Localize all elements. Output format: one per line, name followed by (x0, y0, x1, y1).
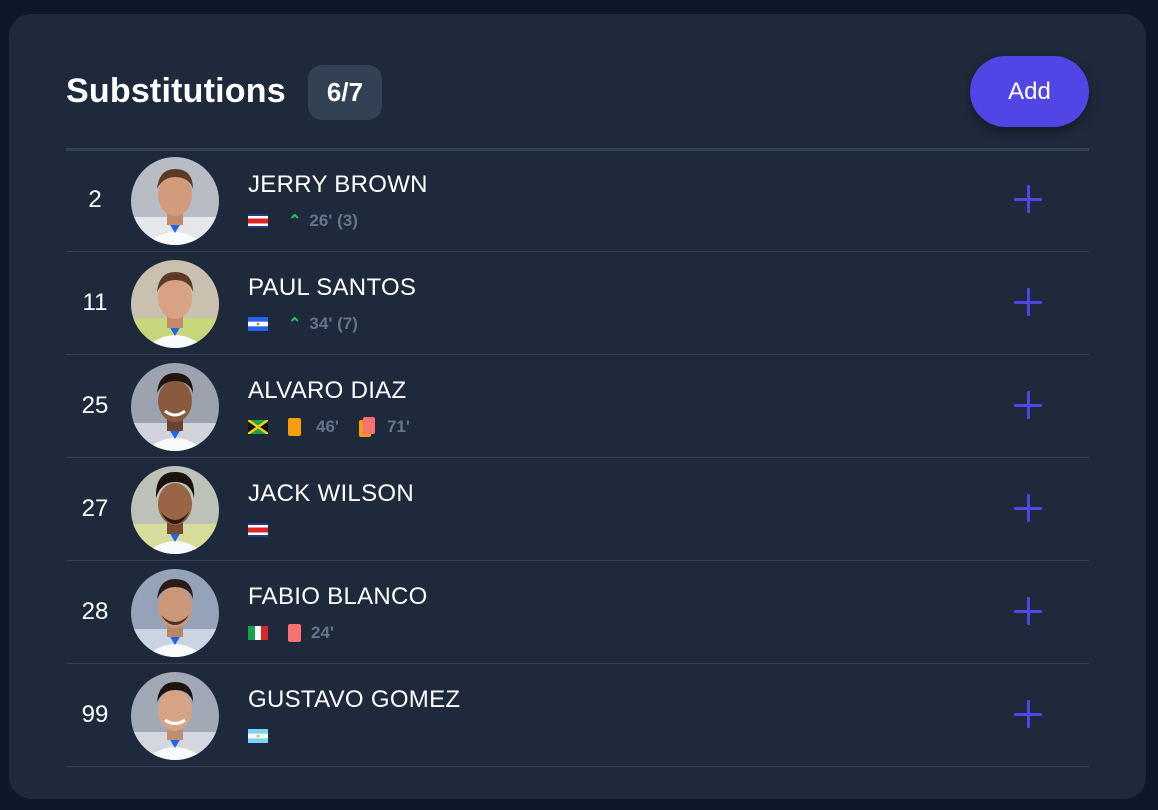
add-player-button[interactable] (1014, 185, 1044, 215)
player-name: ALVARO DIAZ (248, 377, 407, 404)
player-number: 27 (81, 495, 109, 522)
player-row[interactable]: 27 JACK WILSON (66, 458, 1089, 561)
add-player-button[interactable] (1014, 391, 1044, 421)
second-yellow-card-icon (358, 417, 375, 437)
avatar (131, 672, 219, 760)
player-meta: ⌃ 34' (7) (248, 313, 358, 335)
page-title: Substitutions (66, 72, 286, 110)
player-meta: 46' 71' (248, 416, 410, 438)
player-meta: ⌃ 26' (3) (248, 210, 358, 232)
player-row[interactable]: 11 PAUL SANTOS ⌃ 34' (7) (66, 252, 1089, 355)
player-meta: 24' (248, 622, 334, 644)
player-row[interactable]: 25 ALVARO DIAZ 46' 71' (66, 355, 1089, 458)
add-player-button[interactable] (1014, 700, 1044, 730)
flag-jamaica-icon (248, 420, 268, 434)
card-header: Substitutions 6/7 Add (66, 56, 1089, 151)
yellow-card-time: 46' (316, 417, 339, 436)
substitutions-card: Substitutions 6/7 Add 2 JERRY BROWN ⌃ 26… (9, 14, 1146, 799)
player-name: FABIO BLANCO (248, 583, 428, 610)
player-number: 2 (88, 186, 102, 213)
add-player-button[interactable] (1014, 494, 1044, 524)
avatar (131, 569, 219, 657)
sub-in-arrow-icon: ⌃ (288, 213, 302, 230)
second-yellow-card-time: 71' (386, 417, 410, 436)
avatar (131, 363, 219, 451)
player-row[interactable]: 99 GUSTAVO GOMEZ (66, 664, 1089, 767)
player-number: 11 (82, 289, 108, 316)
player-number: 25 (81, 392, 109, 419)
add-button[interactable]: Add (970, 56, 1089, 127)
red-card-icon (288, 624, 301, 642)
sub-in-arrow-icon: ⌃ (288, 316, 302, 333)
player-row[interactable]: 28 FABIO BLANCO 24' (66, 561, 1089, 664)
player-meta (248, 519, 268, 541)
player-list: 2 JERRY BROWN ⌃ 26' (3) 11 PAUL SANTOS ⌃… (66, 149, 1089, 767)
add-player-button[interactable] (1014, 597, 1044, 627)
player-name: JERRY BROWN (248, 171, 428, 198)
avatar (131, 260, 219, 348)
add-player-button[interactable] (1014, 288, 1044, 318)
yellow-card-icon (288, 418, 301, 436)
sub-time: 34' (7) (309, 314, 358, 333)
substitution-count-badge: 6/7 (308, 65, 382, 120)
player-name: GUSTAVO GOMEZ (248, 686, 461, 713)
player-name: PAUL SANTOS (248, 274, 417, 301)
flag-costa-rica-icon (248, 523, 268, 537)
flag-costa-rica-icon (248, 214, 268, 228)
flag-argentina-icon (248, 729, 268, 743)
avatar (131, 466, 219, 554)
player-number: 99 (81, 701, 109, 728)
red-card-time: 24' (311, 623, 334, 642)
flag-nicaragua-icon (248, 317, 268, 331)
player-meta (248, 725, 268, 747)
player-number: 28 (81, 598, 109, 625)
avatar (131, 157, 219, 245)
player-row[interactable]: 2 JERRY BROWN ⌃ 26' (3) (66, 149, 1089, 252)
sub-time: 26' (3) (309, 211, 358, 230)
player-name: JACK WILSON (248, 480, 414, 507)
flag-italy-icon (248, 626, 268, 640)
